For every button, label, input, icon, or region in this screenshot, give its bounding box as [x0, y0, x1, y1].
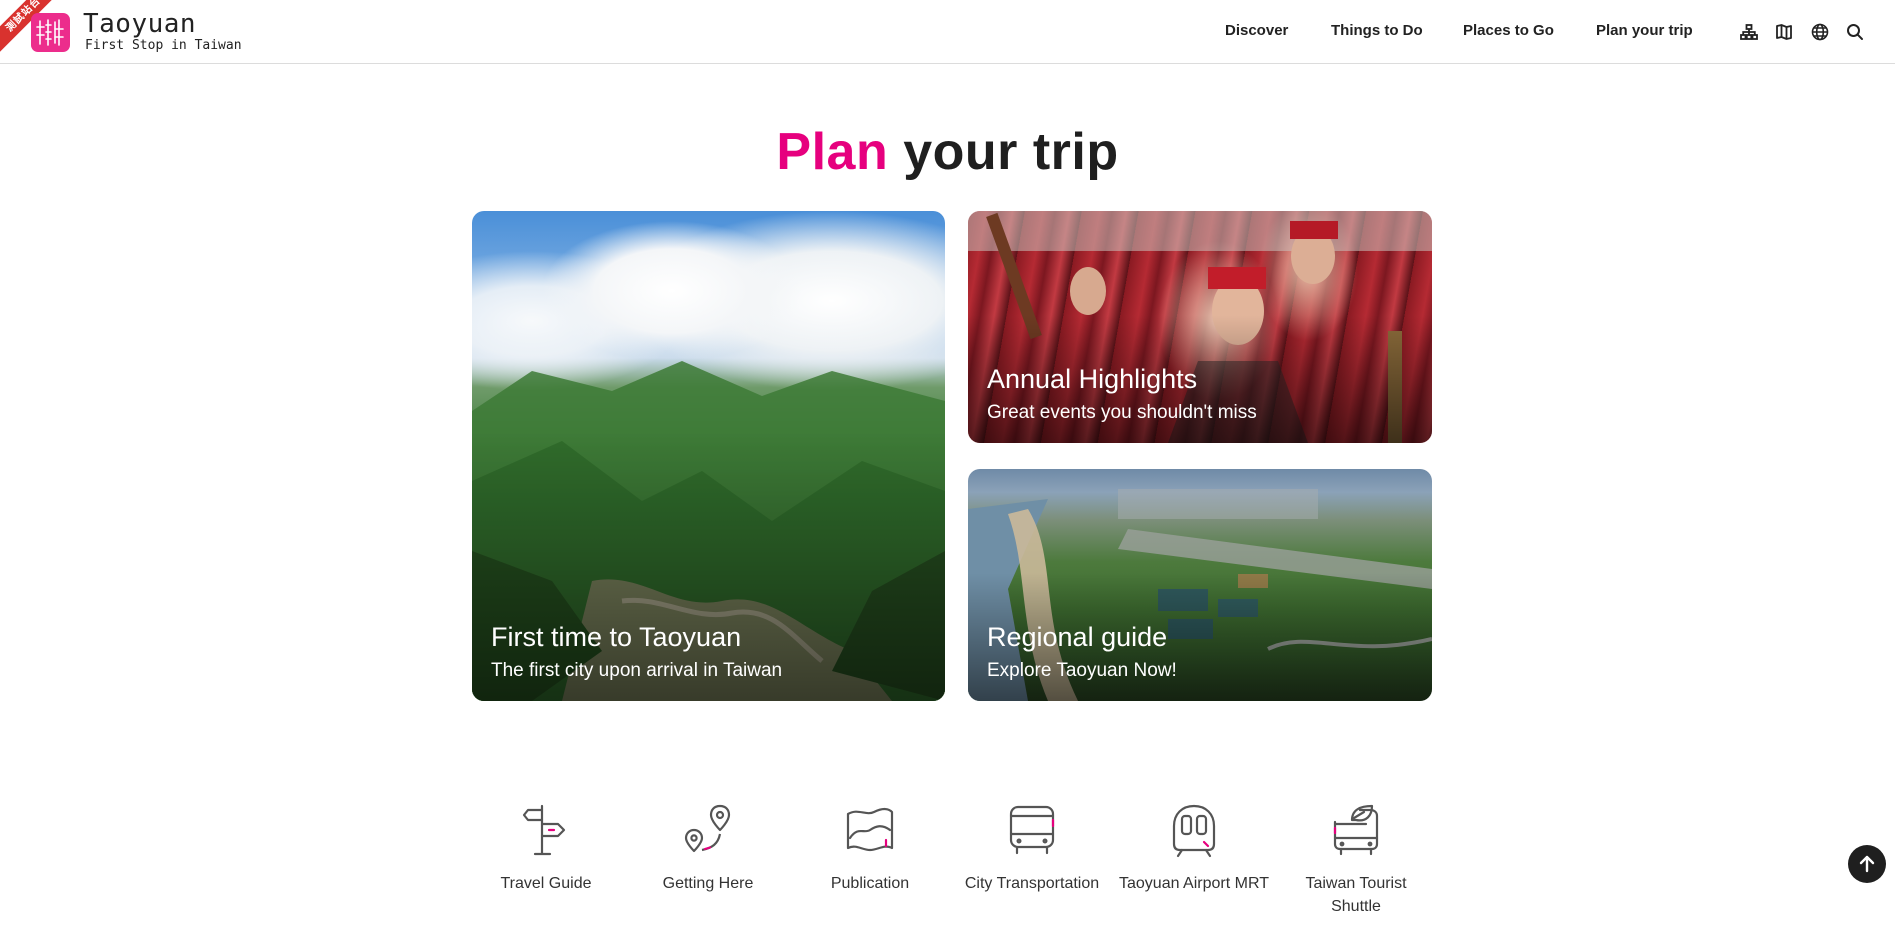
route-pins-icon [684, 804, 731, 853]
signpost-icon [522, 804, 566, 856]
card-regional-guide[interactable]: Regional guide Explore Taoyuan Now! [968, 469, 1432, 701]
brand-tagline: First Stop in Taiwan [85, 38, 242, 53]
quick-link-airport-mrt[interactable]: Taoyuan Airport MRT [1119, 800, 1269, 895]
brand-title[interactable]: Taoyuan [83, 9, 196, 39]
nav-discover[interactable]: Discover [1225, 22, 1288, 39]
quick-link-publication[interactable]: Publication [795, 800, 945, 895]
quick-link-city-transportation[interactable]: City Transportation [957, 800, 1107, 895]
back-to-top-button[interactable] [1848, 845, 1886, 883]
search-icon[interactable] [1845, 22, 1865, 42]
bus-icon [1009, 805, 1055, 855]
nav-places-to-go[interactable]: Places to Go [1463, 22, 1554, 39]
map-icon[interactable] [1774, 22, 1794, 42]
quick-link-label: Publication [830, 875, 910, 892]
nav-things-to-do[interactable]: Things to Do [1331, 22, 1423, 39]
quick-link-tourist-shuttle[interactable]: Taiwan Tourist Shuttle [1281, 800, 1431, 918]
card-subtitle: The first city upon arrival in Taiwan [491, 660, 783, 681]
arrow-up-icon [1859, 855, 1875, 873]
quick-link-getting-here[interactable]: Getting Here [633, 800, 783, 895]
logo-icon[interactable] [31, 13, 70, 52]
folded-map-icon [846, 807, 894, 852]
title-accent: Plan [776, 123, 889, 181]
metro-train-icon [1172, 804, 1216, 858]
globe-icon[interactable] [1810, 22, 1830, 42]
nav-plan-your-trip[interactable]: Plan your trip [1596, 22, 1693, 39]
quick-link-label: City Transportation [964, 875, 1100, 892]
quick-link-label: Travel Guide [500, 875, 592, 892]
card-subtitle: Explore Taoyuan Now! [987, 660, 1177, 681]
page-title: Plan your trip [0, 122, 1895, 182]
site-header: 測試站台 Taoyuan First Stop in Taiwan Discov… [0, 0, 1895, 64]
card-annual-highlights[interactable]: Annual Highlights Great events you shoul… [968, 211, 1432, 443]
eco-bus-icon [1333, 804, 1379, 856]
card-title: Regional guide [987, 622, 1168, 652]
card-title: First time to Taoyuan [491, 622, 742, 652]
quick-link-label: Taiwan Tourist Shuttle [1305, 875, 1407, 915]
card-subtitle: Great events you shouldn't miss [987, 402, 1257, 423]
card-title: Annual Highlights [987, 364, 1198, 394]
quick-link-label: Getting Here [662, 875, 754, 892]
card-first-time[interactable]: First time to Taoyuan The first city upo… [472, 211, 945, 701]
title-rest: your trip [903, 123, 1119, 181]
quick-link-label: Taoyuan Airport MRT [1119, 875, 1269, 892]
sitemap-icon[interactable] [1739, 22, 1759, 42]
quick-link-travel-guide[interactable]: Travel Guide [471, 800, 621, 895]
